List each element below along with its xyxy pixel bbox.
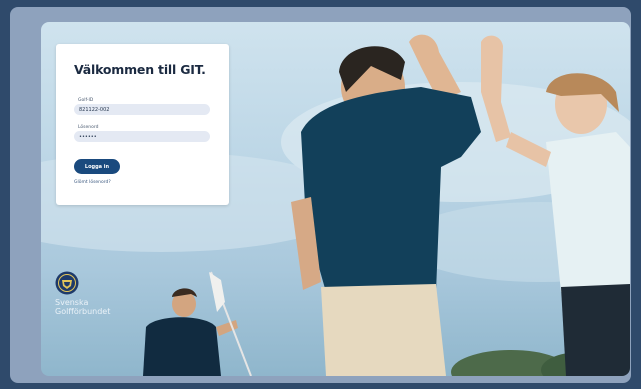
password-label: Lösenord — [78, 125, 99, 130]
password-input[interactable] — [74, 131, 210, 142]
forgot-password-link[interactable]: Glömt lösenord? — [74, 180, 111, 185]
brand-name: Svenska Golfförbundet — [55, 298, 111, 316]
golf-id-input[interactable] — [74, 104, 210, 115]
crest-icon — [55, 271, 79, 295]
golfer-small-figure — [143, 271, 252, 376]
page-title: Välkommen till GIT. — [74, 62, 206, 77]
login-button[interactable]: Logga in — [74, 159, 120, 174]
man-figure — [291, 34, 481, 376]
login-card: Välkommen till GIT. Golf-ID Lösenord Log… — [56, 44, 229, 205]
golf-id-label: Golf-ID — [78, 98, 94, 103]
